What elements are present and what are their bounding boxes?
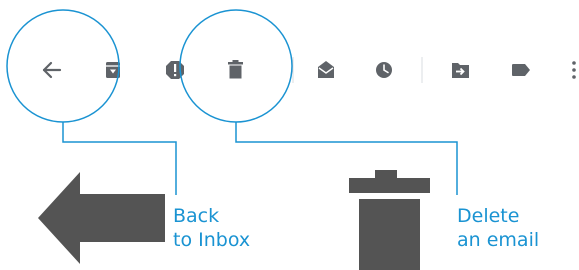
delete-button[interactable] — [220, 54, 252, 86]
more-vert-icon — [572, 61, 576, 79]
snooze-button[interactable] — [368, 54, 400, 86]
back-callout — [6, 9, 177, 264]
more-options-button[interactable] — [562, 54, 579, 86]
back-callout-label: Back to Inbox — [173, 204, 250, 252]
delete-callout-line2: an email — [457, 229, 540, 251]
mark-as-unread-button[interactable] — [310, 54, 342, 86]
back-callout-line1: Back — [173, 205, 220, 227]
delete-callout-label: Delete an email — [457, 204, 539, 252]
trash-icon — [228, 60, 243, 79]
big-trash-icon — [349, 170, 430, 270]
clock-icon — [376, 62, 392, 78]
big-arrow-left-icon — [38, 172, 165, 264]
delete-callout-line1: Delete — [457, 205, 520, 227]
back-callout-line2: to Inbox — [173, 229, 251, 251]
move-to-button[interactable] — [445, 54, 477, 86]
labels-button[interactable] — [505, 54, 537, 86]
report-spam-button[interactable] — [159, 54, 191, 86]
back-button[interactable] — [36, 54, 68, 86]
archive-button[interactable] — [97, 54, 129, 86]
move-to-folder-icon — [452, 63, 469, 78]
